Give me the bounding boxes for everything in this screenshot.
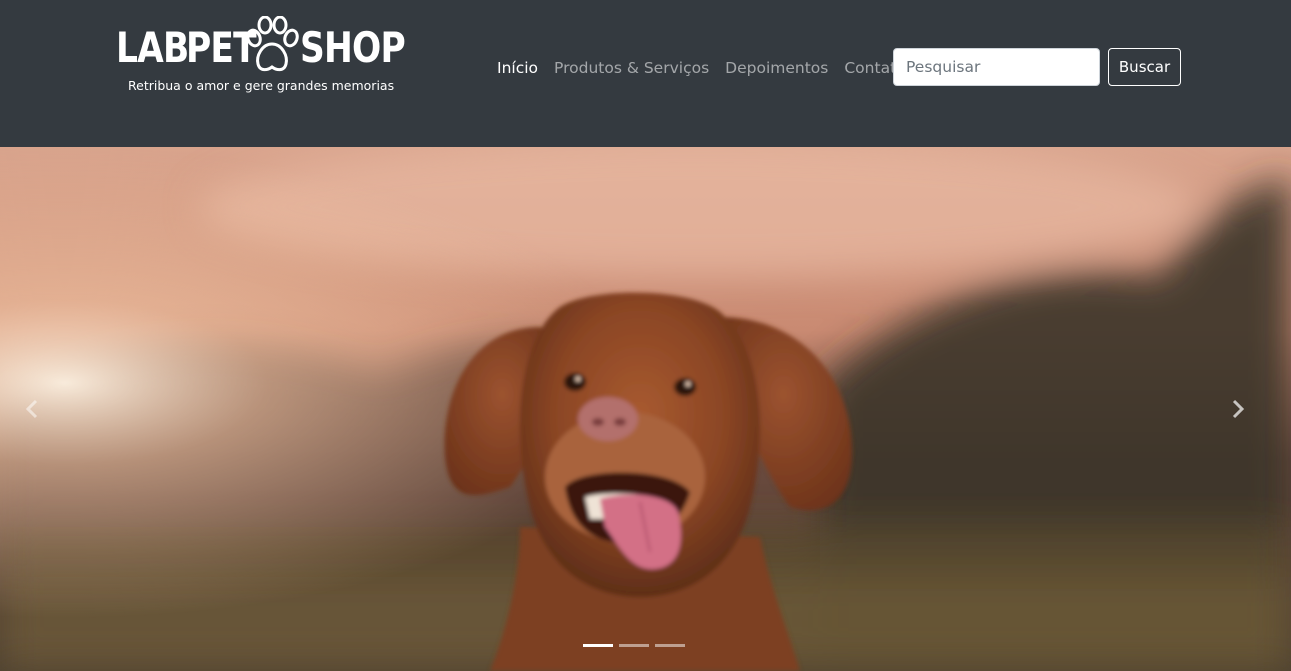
navbar: LAB PET SHOP Retribua o amor e gere gran… <box>0 0 1291 147</box>
main-nav: Início Produtos & Serviços Depoimentos C… <box>497 57 922 79</box>
logo-text-lab: LAB <box>116 23 189 72</box>
search-button[interactable]: Buscar <box>1108 48 1181 86</box>
nav-item-produtos-servicos: Produtos & Serviços <box>554 57 725 79</box>
chevron-left-icon <box>25 399 38 419</box>
nav-link-depoimentos[interactable]: Depoimentos <box>725 57 844 79</box>
carousel-next-control[interactable] <box>1226 395 1250 423</box>
logo-text-shop: SHOP <box>300 23 406 72</box>
search-input[interactable] <box>893 48 1100 86</box>
hero-carousel <box>0 147 1291 671</box>
carousel-slide-dog-photo <box>0 147 1291 671</box>
carousel-indicator-3[interactable] <box>655 644 685 647</box>
carousel-indicator-2[interactable] <box>619 644 649 647</box>
nav-item-depoimentos: Depoimentos <box>725 57 844 79</box>
carousel-indicators <box>583 644 685 647</box>
chevron-right-icon <box>1232 399 1245 419</box>
nav-item-inicio: Início <box>497 57 554 79</box>
nav-link-produtos-servicos[interactable]: Produtos & Serviços <box>554 57 725 79</box>
brand-logo-link[interactable]: LAB PET SHOP Retribua o amor e gere gran… <box>114 16 406 100</box>
paw-icon <box>246 16 299 72</box>
carousel-indicator-1[interactable] <box>583 644 613 647</box>
carousel-prev-control[interactable] <box>20 395 44 423</box>
nav-link-inicio[interactable]: Início <box>497 57 554 79</box>
brand-tagline: Retribua o amor e gere grandes memorias <box>128 78 395 93</box>
